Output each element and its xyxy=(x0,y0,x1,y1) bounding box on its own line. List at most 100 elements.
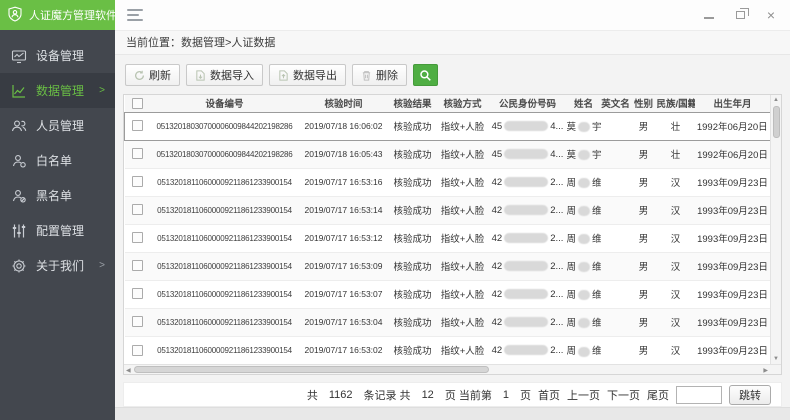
row-checkbox[interactable] xyxy=(132,345,143,356)
cell-name: 周维 xyxy=(567,308,601,336)
cell-verify-result: 核验成功 xyxy=(389,196,437,224)
sidebar-item-label: 黑名单 xyxy=(36,187,72,204)
data-chart-icon xyxy=(10,82,27,99)
cell-birth-date: 1992年06月20日 xyxy=(695,140,771,168)
vertical-scrollbar[interactable]: ▲ ▼ xyxy=(770,95,781,364)
col-header-time[interactable]: 核验时间 xyxy=(299,95,389,112)
sidebar-item-config-management[interactable]: 配置管理 xyxy=(0,213,115,248)
row-checkbox[interactable] xyxy=(132,120,143,131)
col-header-gender[interactable]: 性别 xyxy=(631,95,657,112)
col-header-device[interactable]: 设备编号 xyxy=(151,95,299,112)
redacted-name-blur xyxy=(578,318,590,328)
horizontal-scrollbar[interactable]: ◀ ▶ xyxy=(124,364,781,374)
col-header-ethnicity[interactable]: 民族/国籍 xyxy=(657,95,695,112)
table-row[interactable]: 05132018110600009211861233900154 2019/07… xyxy=(125,224,771,252)
cell-gender: 男 xyxy=(631,224,657,252)
cell-name: 周维 xyxy=(567,196,601,224)
col-header-english-name[interactable]: 英文名 xyxy=(601,95,631,112)
cell-verify-time: 2019/07/17 16:53:07 xyxy=(299,280,389,308)
col-header-id-number[interactable]: 公民身份号码 xyxy=(489,95,567,112)
close-button[interactable]: × xyxy=(764,8,778,22)
cell-gender: 男 xyxy=(631,252,657,280)
table-row[interactable]: 05132018110600009211861233900154 2019/07… xyxy=(125,336,771,364)
page-jump-input[interactable] xyxy=(676,386,722,404)
search-button[interactable] xyxy=(413,64,438,86)
shield-person-icon xyxy=(7,6,23,25)
last-page-link[interactable]: 尾页 xyxy=(647,387,669,403)
person-whitelist-icon xyxy=(10,152,27,169)
cell-verify-time: 2019/07/17 16:53:04 xyxy=(299,308,389,336)
sidebar-item-personnel-management[interactable]: 人员管理 xyxy=(0,108,115,143)
content: 刷新 数据导入 数据导出 xyxy=(115,55,790,407)
horizontal-scroll-thumb[interactable] xyxy=(134,366,489,373)
table-row[interactable]: 05132018110600009211861233900154 2019/07… xyxy=(125,196,771,224)
prev-page-link[interactable]: 上一页 xyxy=(567,387,600,403)
table-row[interactable]: 05132018110600009211861233900154 2019/07… xyxy=(125,280,771,308)
chevron-right-icon: > xyxy=(99,85,105,96)
row-checkbox[interactable] xyxy=(132,148,143,159)
scroll-left-icon[interactable]: ◀ xyxy=(126,365,131,375)
sliders-icon xyxy=(10,222,27,239)
import-icon xyxy=(195,70,206,81)
row-checkbox[interactable] xyxy=(132,204,143,215)
table-row[interactable]: 05132018030700006009844202198286 2019/07… xyxy=(125,112,771,140)
col-header-result[interactable]: 核验结果 xyxy=(389,95,437,112)
sidebar-item-whitelist[interactable]: 白名单 xyxy=(0,143,115,178)
sidebar-item-data-management[interactable]: 数据管理 > xyxy=(0,73,115,108)
cell-gender: 男 xyxy=(631,280,657,308)
row-checkbox[interactable] xyxy=(132,316,143,327)
sidebar-item-blacklist[interactable]: 黑名单 xyxy=(0,178,115,213)
cell-id-number: 422... xyxy=(489,280,567,308)
scroll-up-icon[interactable]: ▲ xyxy=(773,95,779,105)
table-header-row: 设备编号 核验时间 核验结果 核验方式 公民身份号码 姓名 英文名 性别 民族/… xyxy=(125,95,771,112)
cell-ethnicity: 汉 xyxy=(657,280,695,308)
cell-name: 莫宇 xyxy=(567,140,601,168)
gear-icon xyxy=(10,257,27,274)
col-header-birth[interactable]: 出生年月 xyxy=(695,95,771,112)
cell-id-number: 422... xyxy=(489,252,567,280)
redacted-name-blur xyxy=(578,262,590,272)
col-header-method[interactable]: 核验方式 xyxy=(437,95,489,112)
redacted-id-blur xyxy=(504,149,548,159)
cell-english-name xyxy=(601,336,631,364)
delete-button[interactable]: 删除 xyxy=(352,64,407,86)
next-page-link[interactable]: 下一页 xyxy=(607,387,640,403)
app-logo: 人证魔方管理软件 xyxy=(0,0,115,30)
collapse-sidebar-icon[interactable] xyxy=(127,9,143,21)
row-checkbox[interactable] xyxy=(132,260,143,271)
minimize-button[interactable] xyxy=(702,8,716,22)
table-row[interactable]: 05132018030700006009844202198286 2019/07… xyxy=(125,140,771,168)
cell-name: 莫宇 xyxy=(567,112,601,140)
maximize-button[interactable] xyxy=(733,8,747,22)
scroll-down-icon[interactable]: ▼ xyxy=(773,354,779,364)
toolbar: 刷新 数据导入 数据导出 xyxy=(123,55,782,94)
vertical-scroll-thumb[interactable] xyxy=(773,106,780,138)
sidebar-item-about-us[interactable]: 关于我们 > xyxy=(0,248,115,283)
page-jump-button[interactable]: 跳转 xyxy=(729,385,771,405)
select-all-checkbox[interactable] xyxy=(132,98,143,109)
cell-birth-date: 1992年06月20日 xyxy=(695,112,771,140)
cell-ethnicity: 汉 xyxy=(657,196,695,224)
row-checkbox[interactable] xyxy=(132,176,143,187)
table-row[interactable]: 05132018110600009211861233900154 2019/07… xyxy=(125,308,771,336)
data-export-button[interactable]: 数据导出 xyxy=(269,64,346,86)
redacted-id-blur xyxy=(504,261,548,271)
cell-device-number: 05132018030700006009844202198286 xyxy=(151,112,299,140)
cell-birth-date: 1993年09月23日 xyxy=(695,252,771,280)
col-header-name[interactable]: 姓名 xyxy=(567,95,601,112)
cell-english-name xyxy=(601,196,631,224)
refresh-button[interactable]: 刷新 xyxy=(125,64,180,86)
row-checkbox[interactable] xyxy=(132,232,143,243)
data-import-button[interactable]: 数据导入 xyxy=(186,64,263,86)
table-row[interactable]: 05132018110600009211861233900154 2019/07… xyxy=(125,168,771,196)
first-page-link[interactable]: 首页 xyxy=(538,387,560,403)
cell-id-number: 422... xyxy=(489,308,567,336)
cell-verify-method: 指纹+人脸 xyxy=(437,308,489,336)
sidebar-item-device-management[interactable]: 设备管理 xyxy=(0,38,115,73)
cell-device-number: 05132018110600009211861233900154 xyxy=(151,252,299,280)
table-row[interactable]: 05132018110600009211861233900154 2019/07… xyxy=(125,252,771,280)
sidebar: 人证魔方管理软件 设备管理 xyxy=(0,0,115,420)
pagination: 共 1162 条记录 共 12 页 当前第 1 页 首页 上一页 下一页 尾页 … xyxy=(123,382,782,407)
scroll-right-icon[interactable]: ▶ xyxy=(763,365,768,375)
row-checkbox[interactable] xyxy=(132,288,143,299)
